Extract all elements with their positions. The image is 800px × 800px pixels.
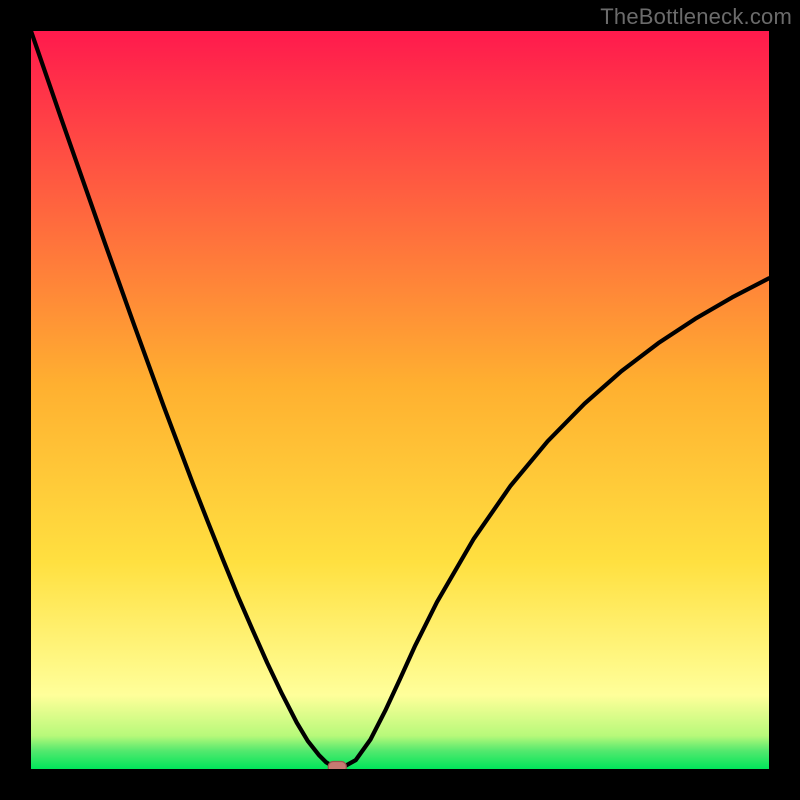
chart-frame: TheBottleneck.com <box>0 0 800 800</box>
optimal-point-marker <box>328 762 346 769</box>
gradient-background <box>31 31 769 769</box>
bottleneck-chart <box>31 31 769 769</box>
watermark-text: TheBottleneck.com <box>600 4 792 30</box>
chart-svg <box>31 31 769 769</box>
